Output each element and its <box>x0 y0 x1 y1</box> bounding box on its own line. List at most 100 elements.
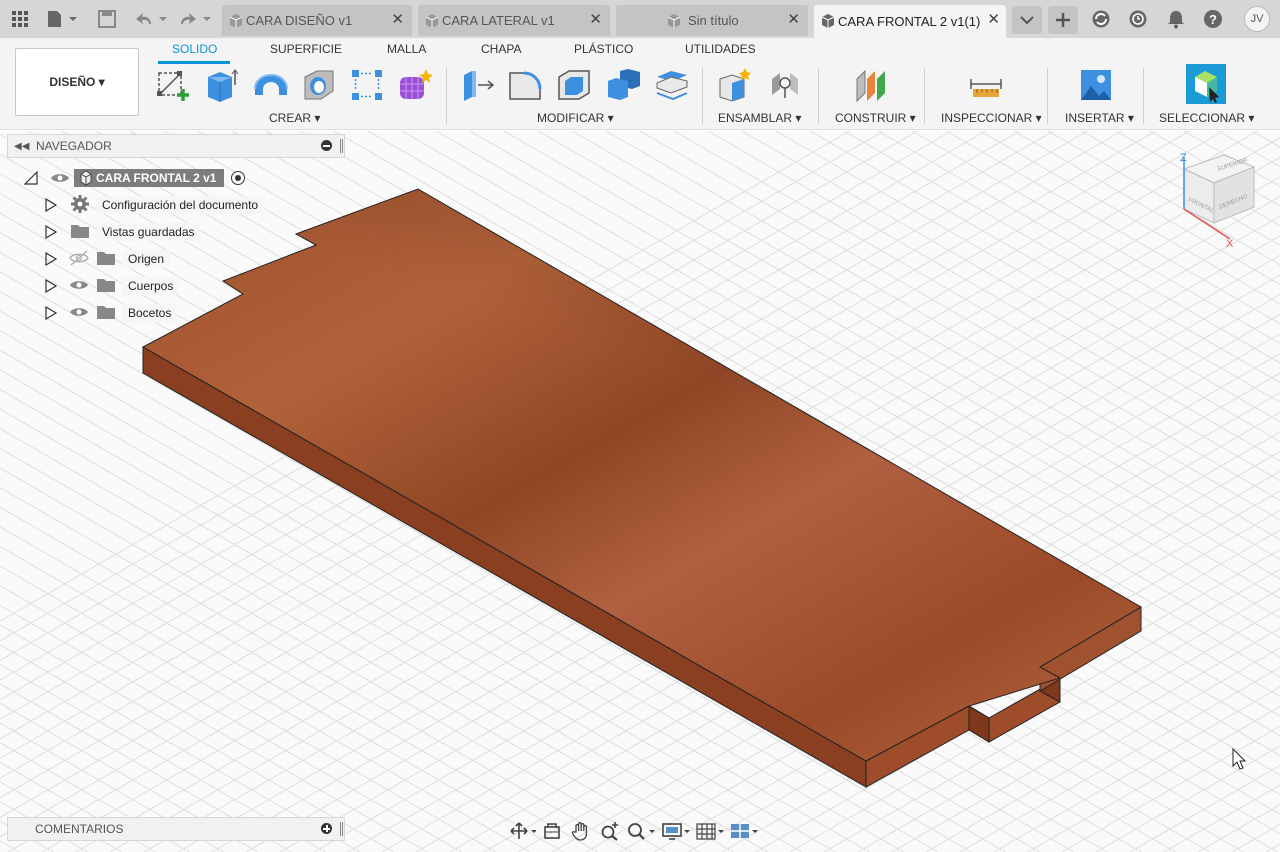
close-icon[interactable]: ✕ <box>589 12 602 28</box>
revolve-icon[interactable] <box>252 66 290 104</box>
collapsed-triangle-icon[interactable] <box>44 225 58 239</box>
group-inspeccionar-label[interactable]: INSPECCIONAR ▾ <box>941 111 1042 125</box>
tab-chapa[interactable]: CHAPA <box>481 42 521 56</box>
close-icon[interactable]: ✕ <box>391 12 404 28</box>
offset-plane-icon[interactable] <box>853 66 891 104</box>
look-at-icon[interactable] <box>537 818 566 844</box>
notifications-bell-icon[interactable] <box>1165 7 1187 31</box>
tab-plastico[interactable]: PLÁSTICO <box>574 42 633 56</box>
display-settings-icon[interactable] <box>660 818 694 844</box>
folder-icon <box>96 250 116 269</box>
comments-title: COMENTARIOS <box>35 822 124 836</box>
folder-icon <box>96 277 116 296</box>
job-status-clock-icon[interactable] <box>1127 7 1149 31</box>
fillet-icon[interactable] <box>506 66 544 104</box>
navigator-item-bodies[interactable]: Cuerpos <box>44 275 180 297</box>
app-grid-icon[interactable] <box>10 7 30 31</box>
insert-image-icon[interactable] <box>1077 66 1115 104</box>
collapsed-triangle-icon[interactable] <box>44 306 58 320</box>
expanded-triangle-icon[interactable] <box>24 171 38 185</box>
root-component-label[interactable]: CARA FRONTAL 2 v1 <box>74 169 225 187</box>
tab-cara-lateral[interactable]: CARA LATERAL v1 ✕ <box>418 5 610 36</box>
folder-icon <box>70 223 90 242</box>
add-comment-icon[interactable] <box>321 823 332 834</box>
close-icon[interactable]: ✕ <box>787 12 800 28</box>
comments-panel-header[interactable]: COMENTARIOS <box>7 817 345 841</box>
toolbar-ribbon: DISEÑO ▾ SOLIDO SUPERFICIE MALLA CHAPA P… <box>0 38 1280 130</box>
eye-hidden-icon[interactable] <box>68 250 90 269</box>
help-icon[interactable]: ? <box>1202 7 1224 31</box>
zoom-icon[interactable] <box>595 818 624 844</box>
tab-sin-titulo[interactable]: Sin título ✕ <box>616 5 808 36</box>
create-sketch-icon[interactable] <box>154 66 192 104</box>
collapsed-triangle-icon[interactable] <box>44 252 58 266</box>
extensions-icon[interactable] <box>1090 7 1112 31</box>
design-cube-icon <box>228 13 244 32</box>
grid-settings-icon[interactable] <box>694 818 728 844</box>
collapsed-triangle-icon[interactable] <box>44 279 58 293</box>
pan-hand-icon[interactable] <box>566 818 595 844</box>
hole-icon[interactable] <box>300 66 338 104</box>
navigator-item-document-settings[interactable]: Configuración del documento <box>44 194 265 216</box>
component-icon <box>80 170 92 186</box>
file-menu-icon[interactable] <box>44 7 80 31</box>
pattern-icon[interactable] <box>348 66 386 104</box>
extrude-icon[interactable] <box>202 66 240 104</box>
group-modificar-label[interactable]: MODIFICAR ▾ <box>537 111 614 125</box>
eye-icon[interactable] <box>68 277 90 296</box>
tab-superficie[interactable]: SUPERFICIE <box>270 42 342 56</box>
navigator-item-label: Origen <box>122 250 171 268</box>
eye-icon[interactable] <box>68 304 90 323</box>
new-tab-plus-icon[interactable] <box>1048 6 1078 34</box>
navigation-bar <box>508 817 776 845</box>
navigator-item-saved-views[interactable]: Vistas guardadas <box>44 221 201 243</box>
root-component-name: CARA FRONTAL 2 v1 <box>96 171 217 185</box>
folder-icon <box>96 304 116 323</box>
navigator-item-sketches[interactable]: Bocetos <box>44 302 178 324</box>
tab-cara-diseno[interactable]: CARA DISEÑO v1 ✕ <box>222 5 412 36</box>
create-form-icon[interactable] <box>396 66 434 104</box>
group-separator <box>702 68 703 124</box>
redo-icon[interactable] <box>178 7 214 31</box>
close-icon[interactable]: ✕ <box>987 12 1000 28</box>
tab-solido[interactable]: SOLIDO <box>172 42 217 56</box>
group-ensamblar-label[interactable]: ENSAMBLAR ▾ <box>718 111 801 125</box>
eye-icon[interactable] <box>50 171 70 185</box>
tab-malla[interactable]: MALLA <box>387 42 426 56</box>
combine-icon[interactable] <box>604 66 642 104</box>
tab-utilidades[interactable]: UTILIDADES <box>685 42 756 56</box>
fit-zoom-icon[interactable] <box>624 818 660 844</box>
collapsed-triangle-icon[interactable] <box>44 198 58 212</box>
tab-cara-frontal[interactable]: CARA FRONTAL 2 v1(1) ✕ <box>814 5 1006 38</box>
navigator-item-label: Configuración del documento <box>96 196 265 214</box>
comments-pin-handle[interactable] <box>340 822 343 836</box>
navigator-root-row[interactable]: CARA FRONTAL 2 v1 <box>24 167 246 189</box>
save-icon[interactable] <box>96 7 118 31</box>
undo-icon[interactable] <box>134 7 170 31</box>
orbit-icon[interactable] <box>508 818 537 844</box>
new-component-icon[interactable] <box>716 66 754 104</box>
active-radio-icon[interactable] <box>230 170 246 186</box>
joint-icon[interactable] <box>766 66 804 104</box>
browser-navigator-header[interactable]: ◀◀ NAVEGADOR <box>7 134 345 158</box>
group-crear-label[interactable]: CREAR ▾ <box>269 111 320 125</box>
title-bar: CARA DISEÑO v1 ✕ CARA LATERAL v1 ✕ Sin t… <box>0 0 1280 38</box>
shell-icon[interactable] <box>555 66 593 104</box>
navigator-minimize-icon[interactable] <box>321 140 332 151</box>
wood-board-body <box>141 188 1142 788</box>
user-avatar[interactable]: JV <box>1244 6 1270 32</box>
viewports-icon[interactable] <box>728 818 762 844</box>
group-construir-label[interactable]: CONSTRUIR ▾ <box>835 111 916 125</box>
viewcube[interactable]: SUPERIOR FRONTAL DERECHO Z X <box>1168 149 1260 250</box>
navigator-pin-handle[interactable] <box>340 139 343 153</box>
group-seleccionar-label[interactable]: SELECCIONAR ▾ <box>1159 111 1254 125</box>
group-insertar-label[interactable]: INSERTAR ▾ <box>1065 111 1134 125</box>
tab-list-chevron-icon[interactable] <box>1012 6 1042 34</box>
replace-face-icon[interactable] <box>653 66 691 104</box>
select-icon[interactable] <box>1184 62 1228 106</box>
navigator-item-origin[interactable]: Origen <box>44 248 171 270</box>
measure-icon[interactable] <box>967 66 1005 104</box>
collapse-double-chevron-icon[interactable]: ◀◀ <box>14 141 29 152</box>
workspace-dropdown[interactable]: DISEÑO ▾ <box>15 48 139 116</box>
press-pull-icon[interactable] <box>458 66 496 104</box>
